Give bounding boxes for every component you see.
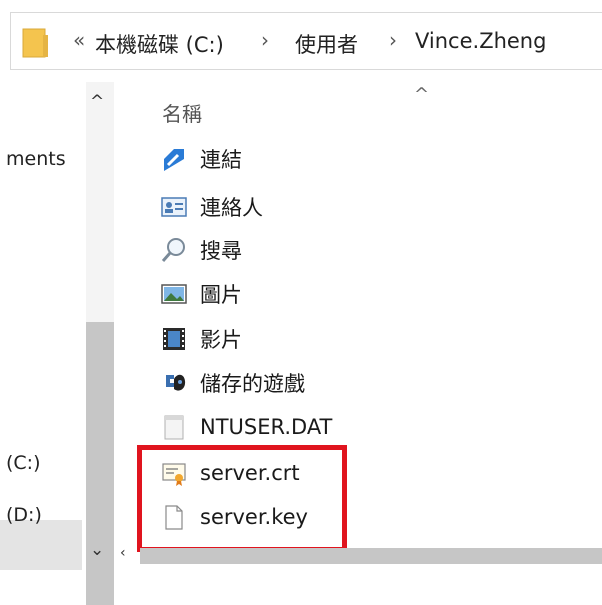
- scroll-up-icon[interactable]: ^: [90, 92, 104, 112]
- file-name: 影片: [200, 328, 242, 352]
- file-name: NTUSER.DAT: [200, 415, 333, 439]
- file-row[interactable]: 影片: [160, 321, 420, 357]
- file-name: 儲存的遊戲: [200, 372, 305, 396]
- nav-item-documents[interactable]: ments: [6, 148, 66, 170]
- breadcrumb-item-drive-c[interactable]: 本機磁碟 (C:): [95, 29, 224, 59]
- pictures-icon: [161, 284, 187, 304]
- column-header-name[interactable]: 名稱: [162, 98, 202, 127]
- address-bar[interactable]: « 本機磁碟 (C:) › 使用者 › Vince.Zheng: [10, 12, 602, 70]
- folder-icon: [22, 28, 48, 58]
- scroll-down-icon[interactable]: ⌄: [90, 540, 104, 560]
- file-name: 圖片: [200, 283, 242, 307]
- nav-selection-highlight: [0, 520, 82, 570]
- highlight-annotation: [137, 445, 347, 552]
- file-row[interactable]: NTUSER.DAT: [160, 409, 420, 445]
- file-name: 搜尋: [200, 239, 242, 263]
- nav-scrollbar-thumb[interactable]: [86, 322, 114, 605]
- file-name: 連絡人: [200, 196, 263, 220]
- breadcrumb-item-user-folder[interactable]: Vince.Zheng: [415, 29, 546, 53]
- nav-item-drive-d[interactable]: (D:): [6, 504, 42, 526]
- breadcrumb-item-users[interactable]: 使用者: [295, 29, 358, 59]
- file-row[interactable]: 連絡人: [160, 189, 420, 225]
- file-row[interactable]: 圖片: [160, 276, 420, 312]
- breadcrumb-separator[interactable]: ›: [261, 28, 269, 52]
- scroll-left-icon[interactable]: ‹: [120, 545, 126, 561]
- nav-item-drive-c[interactable]: (C:): [6, 452, 41, 474]
- file-row[interactable]: 連結: [160, 141, 420, 177]
- horizontal-scrollbar[interactable]: [140, 548, 602, 564]
- videos-icon: [163, 328, 185, 350]
- navigation-pane: ments (C:) (D:) ^ ⌄: [0, 82, 118, 605]
- breadcrumb-overflow-button[interactable]: «: [73, 28, 85, 52]
- contacts-icon: [161, 197, 187, 217]
- file-icon: [164, 415, 184, 440]
- search-icon: [161, 238, 185, 262]
- file-row[interactable]: 搜尋: [160, 232, 420, 268]
- saved-games-icon: [166, 374, 186, 391]
- breadcrumb-separator[interactable]: ›: [389, 28, 397, 52]
- file-name: 連結: [200, 148, 242, 172]
- links-icon: [164, 149, 184, 171]
- file-row[interactable]: 儲存的遊戲: [160, 365, 420, 401]
- sort-ascending-icon: ^: [414, 84, 430, 105]
